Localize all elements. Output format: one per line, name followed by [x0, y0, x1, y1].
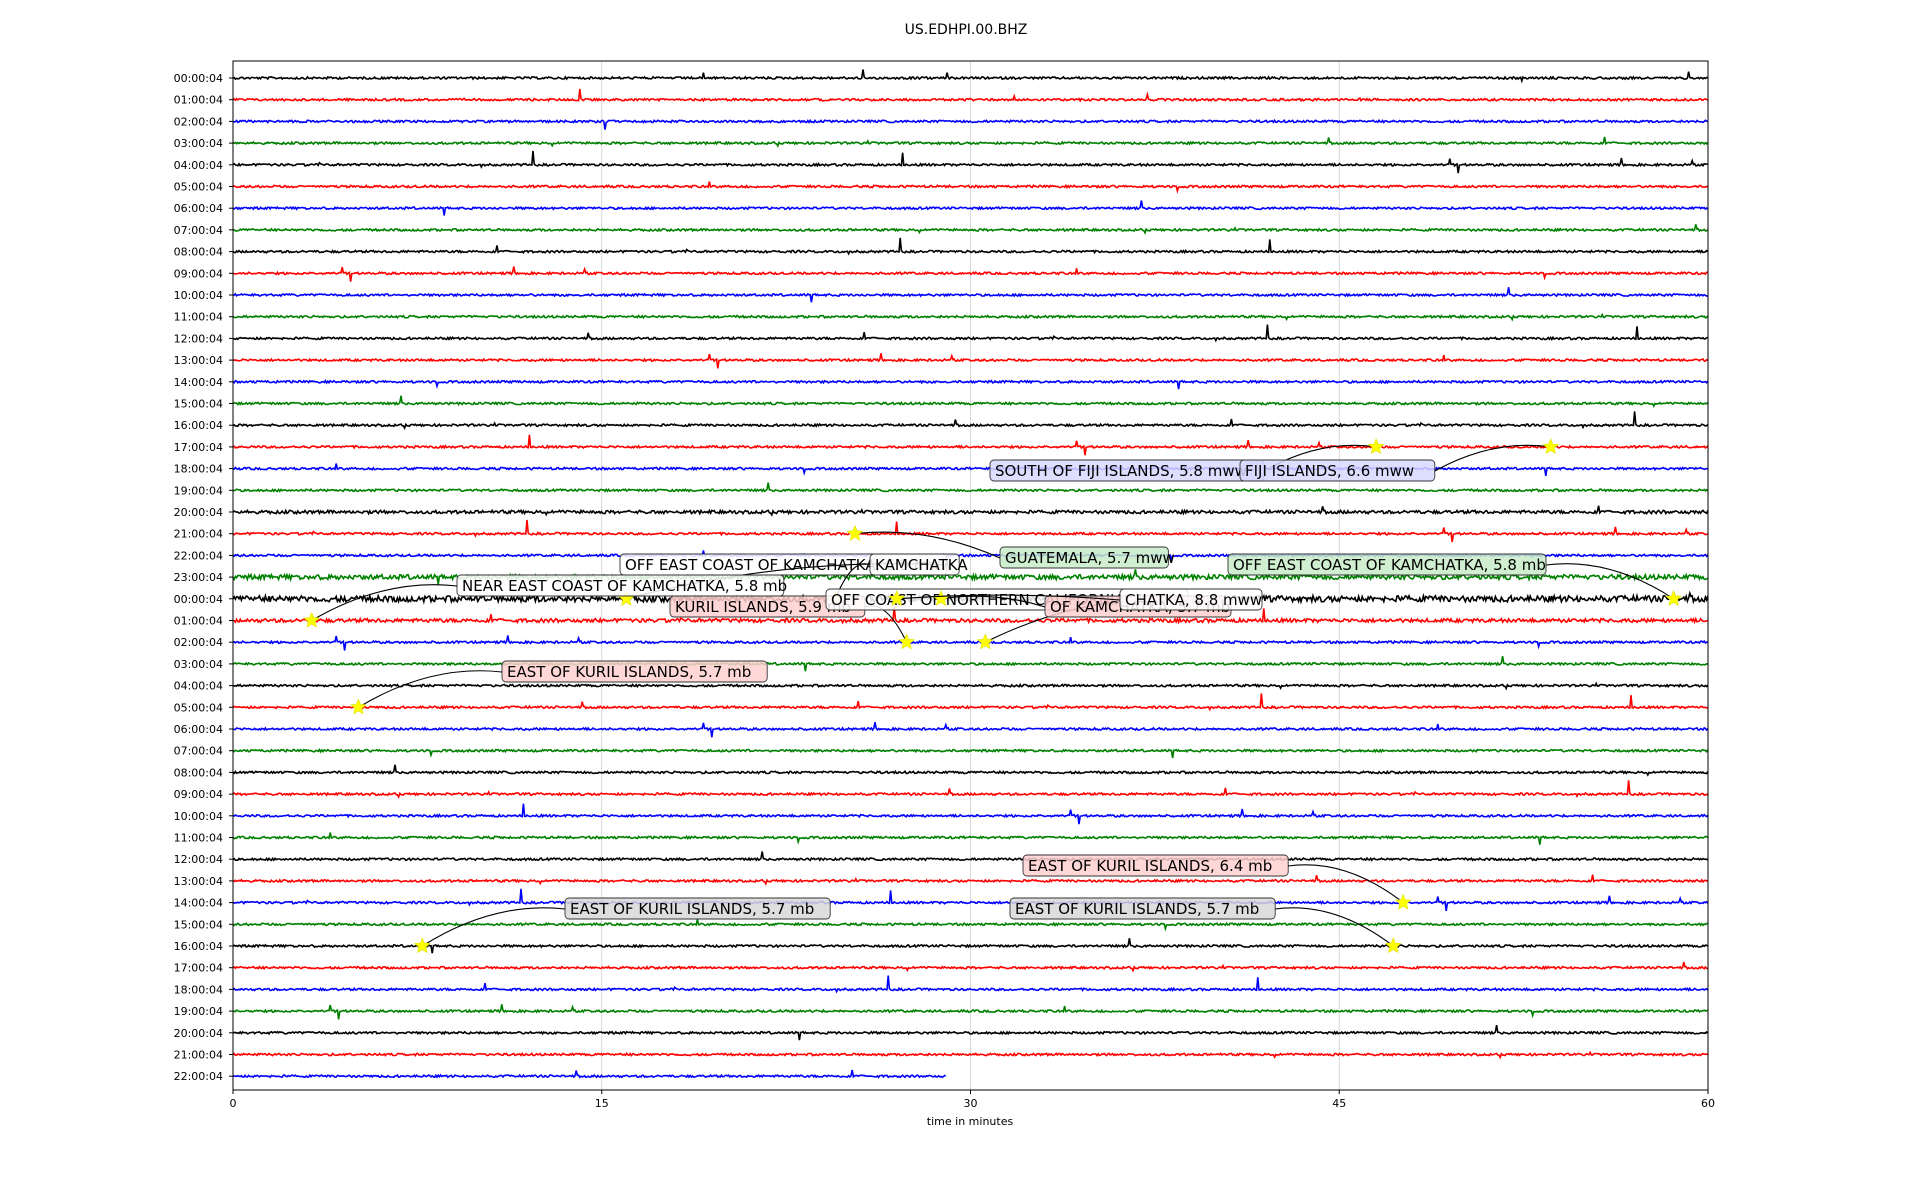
- row-time-label: 20:00:04: [174, 506, 223, 519]
- x-tick-label: 60: [1701, 1097, 1715, 1110]
- row-time-label: 19:00:04: [174, 484, 223, 497]
- row-time-label: 03:00:04: [174, 658, 223, 671]
- event-star-marker: [846, 524, 864, 541]
- row-time-label: 01:00:04: [174, 94, 223, 107]
- row-time-label: 11:00:04: [174, 832, 223, 845]
- event-star-marker: [1542, 438, 1560, 455]
- row-time-label: 17:00:04: [174, 441, 223, 454]
- event-star-marker: [976, 633, 994, 650]
- row-time-label: 07:00:04: [174, 224, 223, 237]
- event-star-marker: [1367, 438, 1385, 455]
- chart-title: US.EDHPI.00.BHZ: [905, 22, 1028, 38]
- row-time-label: 18:00:04: [174, 463, 223, 476]
- row-time-label: 13:00:04: [174, 875, 223, 888]
- x-tick-label: 45: [1332, 1097, 1346, 1110]
- event-connector: [1545, 563, 1674, 600]
- event-label: SOUTH OF FIJI ISLANDS, 5.8 mww: [995, 462, 1247, 480]
- row-time-label: 19:00:04: [174, 1005, 223, 1018]
- event-label: GUATEMALA, 5.7 mww: [1005, 549, 1175, 567]
- row-time-label: 04:00:04: [174, 680, 223, 693]
- row-time-label: 20:00:04: [174, 1027, 223, 1040]
- row-time-label: 01:00:04: [174, 615, 223, 628]
- event-star-marker: [1384, 937, 1402, 954]
- event-star-marker: [1394, 893, 1412, 910]
- event-star-marker: [350, 698, 367, 715]
- row-time-labels: 00:00:04 01:00:04 02:00:04 03:00:04 04:00:04…: [174, 72, 233, 1083]
- row-time-label: 00:00:04: [174, 72, 223, 85]
- row-time-label: 17:00:04: [174, 962, 223, 975]
- event-annotations: SOUTH OF FIJI ISLANDS, 5.8 mwwFIJI ISLAN…: [303, 438, 1682, 954]
- event-label: EAST OF KURIL ISLANDS, 6.4 mb: [1028, 857, 1272, 875]
- x-tick-label: 15: [595, 1097, 609, 1110]
- row-time-label: 10:00:04: [174, 810, 223, 823]
- event-label: OFF EAST COAST OF KAMCHATKA, 5.8 mb: [1233, 556, 1546, 574]
- event-connector: [864, 605, 908, 643]
- event-connector: [358, 670, 503, 708]
- row-time-label: 00:00:04: [174, 593, 223, 606]
- event-label: KURIL ISLANDS, 5.9 mb: [675, 598, 851, 616]
- row-time-label: 06:00:04: [174, 723, 223, 736]
- event-connector: [311, 584, 458, 621]
- row-time-label: 05:00:04: [174, 181, 223, 194]
- event-label: KAMCHATKA: [875, 556, 968, 574]
- trace-row: [232, 1069, 947, 1079]
- row-time-label: 09:00:04: [174, 788, 223, 801]
- row-time-label: 05:00:04: [174, 701, 223, 714]
- x-tick-label: 0: [230, 1097, 237, 1110]
- event-star-marker: [303, 611, 321, 628]
- row-time-label: 18:00:04: [174, 983, 223, 996]
- row-time-label: 21:00:04: [174, 528, 223, 541]
- row-time-label: 03:00:04: [174, 137, 223, 150]
- event-connector: [1434, 444, 1551, 472]
- row-time-label: 08:00:04: [174, 246, 223, 259]
- event-connector: [422, 907, 566, 947]
- row-time-label: 13:00:04: [174, 354, 223, 367]
- row-time-label: 08:00:04: [174, 766, 223, 779]
- event-label: CHATKA, 8.8 mww: [1125, 591, 1262, 609]
- row-time-label: 12:00:04: [174, 332, 223, 345]
- row-time-label: 16:00:04: [174, 940, 223, 953]
- row-time-label: 21:00:04: [174, 1049, 223, 1062]
- row-time-label: 09:00:04: [174, 267, 223, 280]
- row-time-label: 16:00:04: [174, 419, 223, 432]
- row-time-label: 02:00:04: [174, 636, 223, 649]
- event-label: EAST OF KURIL ISLANDS, 5.7 mb: [570, 900, 814, 918]
- seismogram-dayplot: US.EDHPI.00.BHZ 00:00:04 01:00:04 02:00:04…: [174, 22, 1715, 1128]
- row-time-label: 02:00:04: [174, 115, 223, 128]
- row-time-label: 12:00:04: [174, 853, 223, 866]
- row-time-label: 04:00:04: [174, 159, 223, 172]
- x-tick-label: 30: [964, 1097, 978, 1110]
- event-connector: [1275, 907, 1394, 947]
- row-time-label: 14:00:04: [174, 376, 223, 389]
- row-time-label: 15:00:04: [174, 918, 223, 931]
- event-star-marker: [1665, 590, 1682, 606]
- x-axis-ticks: 0 15 30 45 60: [230, 1090, 1715, 1110]
- event-label: EAST OF KURIL ISLANDS, 5.7 mb: [1015, 900, 1259, 918]
- event-star-marker: [413, 937, 431, 954]
- row-time-label: 22:00:04: [174, 549, 223, 562]
- row-time-label: 10:00:04: [174, 289, 223, 302]
- event-star-marker: [898, 633, 915, 650]
- row-time-label: 22:00:04: [174, 1070, 223, 1083]
- row-time-label: 23:00:04: [174, 571, 223, 584]
- event-label: FIJI ISLANDS, 6.6 mww: [1245, 462, 1414, 480]
- row-time-label: 11:00:04: [174, 311, 223, 324]
- event-label: NEAR EAST COAST OF KAMCHATKA, 5.8 mb: [462, 577, 787, 595]
- row-time-label: 15:00:04: [174, 398, 223, 411]
- row-time-label: 06:00:04: [174, 202, 223, 215]
- event-label: EAST OF KURIL ISLANDS, 5.7 mb: [507, 663, 751, 681]
- x-axis-label: time in minutes: [927, 1115, 1014, 1128]
- event-connector: [1288, 864, 1404, 904]
- row-time-label: 07:00:04: [174, 745, 223, 758]
- row-time-label: 14:00:04: [174, 897, 223, 910]
